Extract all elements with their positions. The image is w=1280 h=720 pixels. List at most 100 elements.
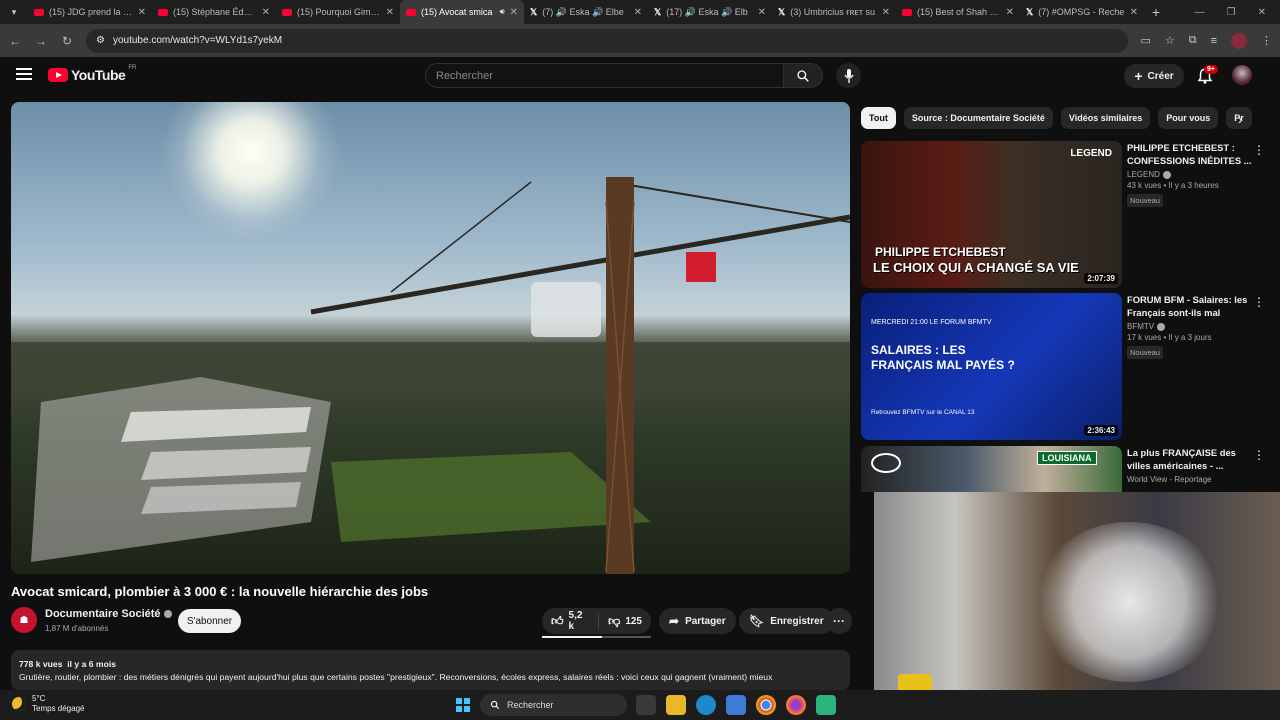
thumbnail[interactable]: LEGEND PHILIPPE ETCHEBEST LE CHOIX QUI A… [861, 141, 1122, 288]
dislike-button[interactable]: 👎︎ 125 [599, 608, 651, 634]
tab-close-icon[interactable]: ✕ [882, 7, 890, 18]
duration-badge: 2:36:43 [1084, 425, 1118, 436]
temperature: 5°C [32, 694, 46, 703]
profile-avatar[interactable] [1231, 32, 1247, 49]
recommendation-channel[interactable]: LEGEND [1127, 170, 1252, 179]
address-bar: ← → ↻ ⚙ youtube.com/watch?v=WLYd1s7yekM … [0, 24, 1280, 57]
browser-tab[interactable]: (15) Stéphane Édoua ✕ [152, 0, 276, 24]
bookmark-star-icon[interactable]: ☆ [1165, 34, 1175, 47]
browser-tab[interactable]: 𝕏 (17) 🔊 Eska 🔊 Elb ✕ [648, 0, 772, 24]
kebab-menu-icon[interactable]: ⋮ [1253, 295, 1265, 309]
filter-chip[interactable]: Tout [861, 107, 896, 129]
filter-chip[interactable]: Source : Documentaire Société [903, 107, 1053, 129]
recommendation-title[interactable]: PHILIPPE ETCHEBEST : CONFESSIONS INÉDITE… [1127, 141, 1252, 167]
audio-playing-icon[interactable]: 🔊︎ [500, 7, 505, 17]
tab-close-icon[interactable]: ✕ [1130, 7, 1138, 18]
minimize-button[interactable]: — [1195, 7, 1205, 18]
browser-tab[interactable]: 𝕏 (3) Umbricius ғʀᴇᴛ su ✕ [772, 0, 896, 24]
recommendation-item[interactable]: MERCREDI 21:00 LE FORUM BFMTV SALAIRES :… [861, 293, 1266, 440]
description-box[interactable]: 778 k vues il y a 6 mois Grutière, routi… [11, 650, 850, 690]
browser-menu-icon[interactable]: ⋮ [1261, 34, 1272, 47]
search-input[interactable]: Rechercher [425, 63, 783, 88]
site-info-icon[interactable]: ⚙ [96, 35, 105, 46]
smoke-cloud [1034, 522, 1224, 682]
tab-close-icon[interactable]: ✕ [138, 7, 146, 18]
video-player[interactable] [11, 102, 850, 574]
tab-close-icon[interactable]: ✕ [386, 7, 394, 18]
x-icon: 𝕏 [654, 6, 662, 17]
tab-close-icon[interactable]: ✕ [758, 7, 766, 18]
firefox-icon[interactable] [786, 695, 806, 715]
like-button[interactable]: 👍︎ 5,2 k [542, 608, 598, 634]
notification-count-badge: 9+ [1204, 65, 1218, 74]
chrome-icon[interactable] [756, 695, 776, 715]
like-ratio-fill [542, 636, 602, 638]
recommendation-item[interactable]: LOUISIANA La plus FRANÇAISE des villes a… [861, 446, 1266, 492]
close-window-button[interactable]: ✕ [1258, 7, 1266, 18]
tab-search-button[interactable]: ▾ [0, 7, 28, 18]
windows-start-icon[interactable] [456, 698, 470, 712]
tab-close-icon[interactable]: ✕ [262, 7, 270, 18]
cast-icon[interactable]: ▭ [1140, 34, 1150, 47]
recommendation-item[interactable]: LEGEND PHILIPPE ETCHEBEST LE CHOIX QUI A… [861, 141, 1266, 288]
thumbnail[interactable]: MERCREDI 21:00 LE FORUM BFMTV SALAIRES :… [861, 293, 1122, 440]
voice-search-button[interactable] [836, 63, 861, 88]
tab-close-icon[interactable]: ✕ [510, 7, 518, 18]
new-tab-button[interactable]: + [1144, 4, 1168, 20]
recommendation-meta: 43 k vues • Il y a 3 heures [1127, 181, 1219, 190]
media-icon[interactable]: ≡ [1211, 35, 1217, 47]
file-explorer-icon[interactable] [666, 695, 686, 715]
recommendation-channel[interactable]: World View - Reportage [1127, 475, 1252, 484]
store-icon[interactable] [726, 695, 746, 715]
search-icon [797, 69, 809, 82]
maximize-button[interactable]: ❐ [1227, 7, 1236, 18]
channel-avatar[interactable]: ☗ [11, 607, 37, 633]
tab-label: (15) JDG prend la pa [49, 7, 133, 17]
browser-tab[interactable]: (15) Pourquoi Gims o ✕ [276, 0, 400, 24]
tab-label: (3) Umbricius ғʀᴇᴛ su [790, 7, 875, 17]
extensions-icon[interactable]: ⧉ [1189, 34, 1197, 47]
reload-button[interactable]: ↻ [60, 34, 74, 48]
chevron-right-icon[interactable]: › [1238, 111, 1243, 127]
url-field[interactable]: ⚙ youtube.com/watch?v=WLYd1s7yekM [86, 28, 1129, 53]
channel-name[interactable]: Documentaire Société [45, 608, 172, 620]
back-button[interactable]: ← [8, 34, 22, 48]
weather-widget[interactable]: 5°C Temps dégagé [12, 694, 84, 714]
browser-tab[interactable]: 𝕏 (7) #OMPSG - Reche ✕ [1020, 0, 1144, 24]
edge-icon[interactable] [696, 695, 716, 715]
thumbnail[interactable]: LOUISIANA [861, 446, 1122, 492]
filter-chip[interactable]: Vidéos similaires [1060, 107, 1151, 129]
recommendation-meta: 17 k vues • Il y a 3 jours [1127, 333, 1212, 342]
youtube-icon [34, 8, 44, 16]
taskbar-search[interactable]: Rechercher [480, 694, 627, 716]
browser-tab[interactable]: (15) Avocat smica 🔊︎ ✕ [400, 0, 524, 24]
subscribe-button[interactable]: S'abonner [178, 609, 241, 633]
forward-button[interactable]: → [34, 34, 48, 48]
search-button[interactable] [783, 63, 823, 88]
filter-chips: Tout Source : Documentaire Société Vidéos … [861, 107, 1266, 129]
browser-tab[interactable]: (15) Best of Shah Ru ✕ [896, 0, 1020, 24]
task-view-icon[interactable] [636, 695, 656, 715]
youtube-logo[interactable]: YouTube FR [48, 65, 136, 83]
browser-tab[interactable]: 𝕏 (7) 🔊 Eska 🔊 Elbe ✕ [524, 0, 648, 24]
filter-chip[interactable]: Pour vous [1158, 107, 1219, 129]
hamburger-menu-icon[interactable] [16, 68, 32, 80]
user-avatar[interactable] [1232, 65, 1252, 85]
recommendation-title[interactable]: La plus FRANÇAISE des villes américaines… [1127, 446, 1252, 472]
thumbnail-text: LE CHOIX QUI A CHANGÉ SA VIE [873, 260, 1079, 275]
browser-tab[interactable]: (15) JDG prend la pa ✕ [28, 0, 152, 24]
kebab-menu-icon[interactable]: ⋮ [1253, 448, 1265, 462]
share-button[interactable]: ➦ Partager [659, 608, 736, 634]
save-button[interactable]: 🔖︎ Enregistrer [739, 608, 834, 634]
url-text: youtube.com/watch?v=WLYd1s7yekM [112, 35, 283, 46]
recommendation-title[interactable]: FORUM BFM - Salaires: les Français sont-… [1127, 293, 1252, 319]
tab-close-icon[interactable]: ✕ [1006, 7, 1014, 18]
kebab-menu-icon[interactable]: ⋮ [1253, 143, 1265, 157]
thumbnail-text: LOUISIANA [1037, 451, 1097, 465]
tab-close-icon[interactable]: ✕ [634, 7, 642, 18]
more-actions-button[interactable]: ··· [826, 608, 852, 634]
create-button[interactable]: + Créer [1124, 64, 1184, 88]
app-icon[interactable] [816, 695, 836, 715]
recommendation-channel[interactable]: BFMTV [1127, 322, 1252, 331]
bookmark-icon: 🔖︎ [749, 614, 765, 628]
